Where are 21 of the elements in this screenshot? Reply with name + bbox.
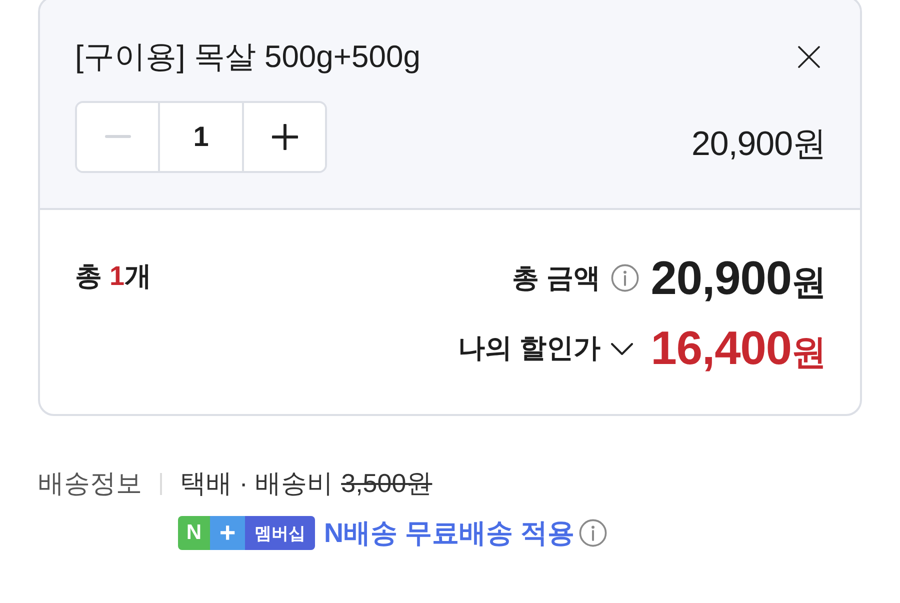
- minus-icon: [104, 135, 130, 139]
- total-count: 총 1개: [75, 260, 152, 293]
- shipping-fee: 3,500원: [341, 467, 432, 500]
- discount-price-toggle[interactable]: 나의 할인가: [458, 330, 633, 366]
- total-amount-label: 총 금액: [512, 262, 601, 295]
- close-button[interactable]: [798, 46, 820, 68]
- plus-tile: +: [210, 516, 245, 550]
- n-logo-tile: N: [178, 516, 210, 550]
- free-shipping-link[interactable]: N배송 무료배송 적용: [324, 515, 575, 551]
- plus-icon: [272, 124, 298, 150]
- product-title: [구이용] 목살 500g+500g: [75, 40, 420, 74]
- info-icon[interactable]: [610, 264, 639, 292]
- option-price: 20,900원: [692, 124, 826, 165]
- discount-price-value: 16,400원: [650, 320, 826, 376]
- total-amount-value: 20,900원: [650, 250, 826, 306]
- info-icon[interactable]: [578, 519, 607, 547]
- delivery-info-label: 배송정보: [38, 467, 142, 500]
- chevron-down-icon: [610, 343, 633, 355]
- shipping-method: 택배 · 배송비: [180, 467, 334, 500]
- membership-tile: 멤버십: [245, 516, 315, 550]
- close-icon: [798, 46, 820, 68]
